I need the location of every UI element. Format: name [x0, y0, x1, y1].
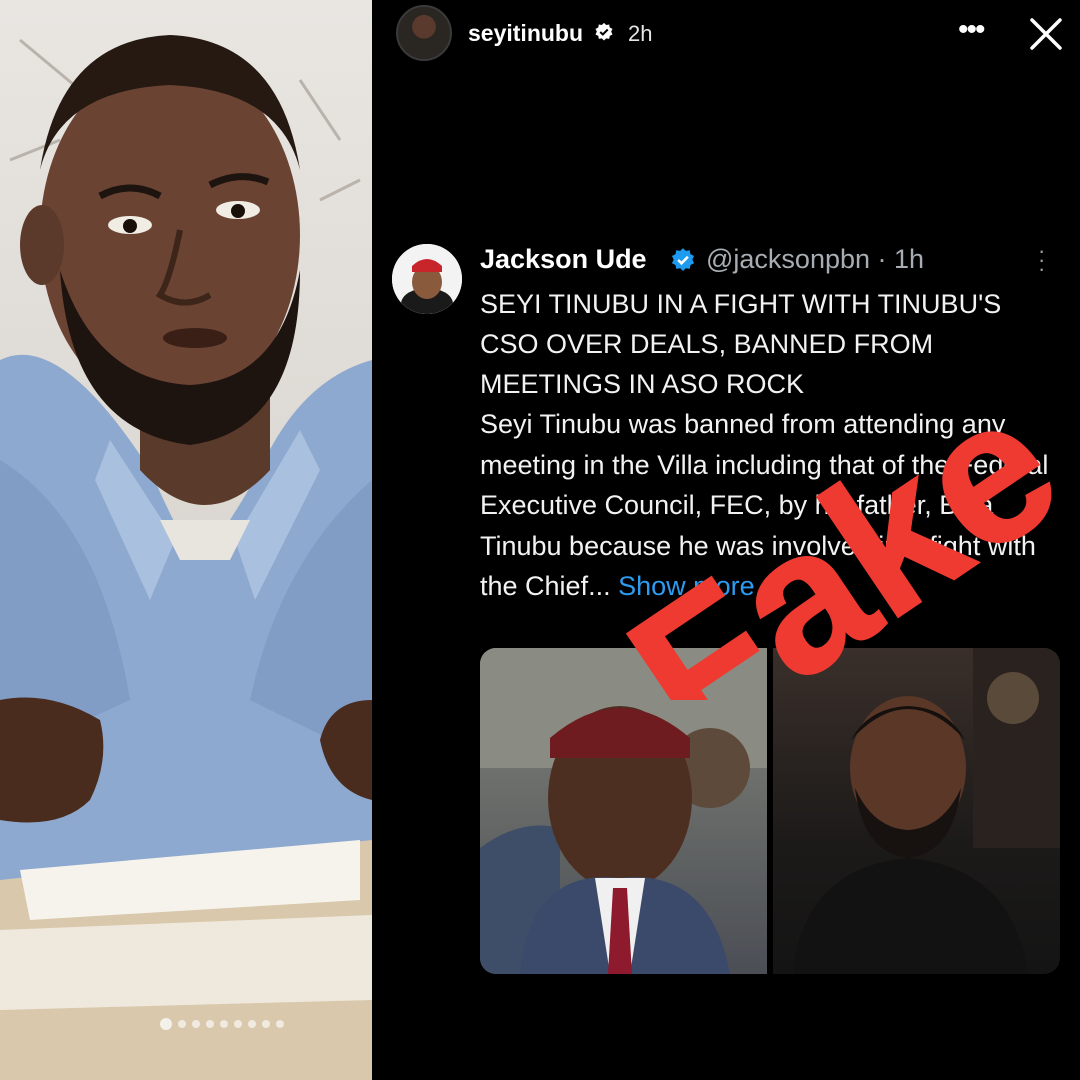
- tweet-author-name[interactable]: Jackson Ude: [480, 244, 647, 275]
- verified-badge-icon: [595, 22, 613, 41]
- tweet-headline-line: CSO OVER DEALS, BANNED FROM: [480, 329, 934, 359]
- tweet-headline: SEYI TINUBU IN A FIGHT WITH TINUBU'S CSO…: [480, 284, 1060, 404]
- embedded-tweet: Jackson Ude @jacksonpbn · 1h · · · SEYI TI…: [372, 228, 1080, 988]
- story-avatar[interactable]: [396, 5, 452, 61]
- tweet-more-icon[interactable]: · · ·: [1038, 240, 1045, 280]
- tweet-image-right[interactable]: [773, 648, 1060, 974]
- story-username[interactable]: seyitinubu: [468, 20, 583, 47]
- verified-badge-icon: [671, 248, 695, 272]
- tweet-body-text: Seyi Tinubu was banned from attending an…: [480, 409, 1049, 601]
- show-more-link[interactable]: Show more: [618, 571, 755, 601]
- man-in-blue-shirt-photo: [0, 35, 372, 1080]
- close-icon[interactable]: [1028, 16, 1064, 52]
- tweet-body: Seyi Tinubu was banned from attending an…: [480, 404, 1060, 607]
- tweet-image-grid: [480, 648, 1060, 974]
- more-options-icon[interactable]: •••: [958, 15, 985, 45]
- left-photo-panel: [0, 0, 372, 1080]
- tweet-handle-time: @jacksonpbn · 1h: [706, 244, 925, 274]
- photo-carousel-dots: [160, 1018, 284, 1030]
- tweet-headline-line: MEETINGS IN ASO ROCK: [480, 369, 805, 399]
- tweet-author-avatar[interactable]: [392, 244, 462, 314]
- story-header: seyitinubu 2h •••: [372, 0, 1080, 70]
- tweet-headline-line: SEYI TINUBU IN A FIGHT WITH TINUBU'S: [480, 289, 1002, 319]
- story-time: 2h: [628, 21, 653, 46]
- story-panel: seyitinubu 2h ••• Jackson Ude @jacksonpb…: [372, 0, 1080, 1080]
- tweet-image-left[interactable]: [480, 648, 767, 974]
